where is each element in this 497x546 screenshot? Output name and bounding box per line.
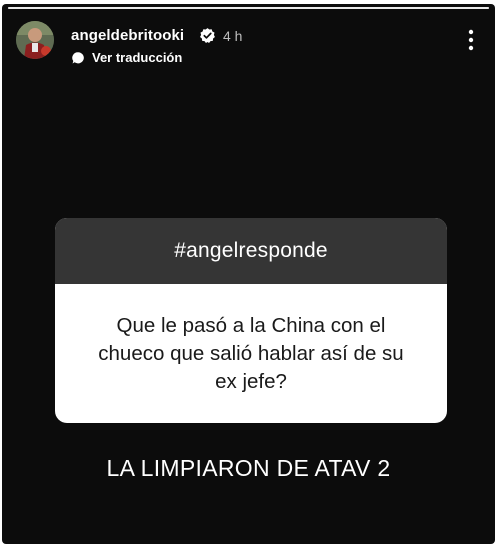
see-translation-label: Ver traducción [92, 50, 183, 65]
story-viewer[interactable]: angeldebritooki 4 h Ver traducción #ange… [2, 4, 495, 544]
verified-badge-icon [200, 28, 215, 44]
translation-bubble-icon [72, 51, 84, 64]
question-sticker-header: #angelresponde [55, 218, 447, 284]
question-text: Que le pasó a la China con el chueco que… [98, 313, 404, 393]
post-timestamp: 4 h [223, 28, 243, 44]
story-progress-bar [8, 7, 489, 9]
username[interactable]: angeldebritooki [71, 27, 184, 44]
question-sticker: #angelresponde Que le pasó a la China co… [55, 218, 447, 423]
answer-text: LA LIMPIARON DE ATAV 2 [106, 455, 391, 481]
question-sticker-title: #angelresponde [174, 239, 328, 262]
question-sticker-body: Que le pasó a la China con el chueco que… [55, 284, 447, 423]
avatar[interactable] [16, 21, 54, 59]
story-progress-fill [8, 7, 489, 9]
avatar-image [16, 21, 54, 59]
more-options-icon[interactable] [461, 28, 481, 52]
see-translation-button[interactable]: Ver traducción [71, 50, 182, 65]
